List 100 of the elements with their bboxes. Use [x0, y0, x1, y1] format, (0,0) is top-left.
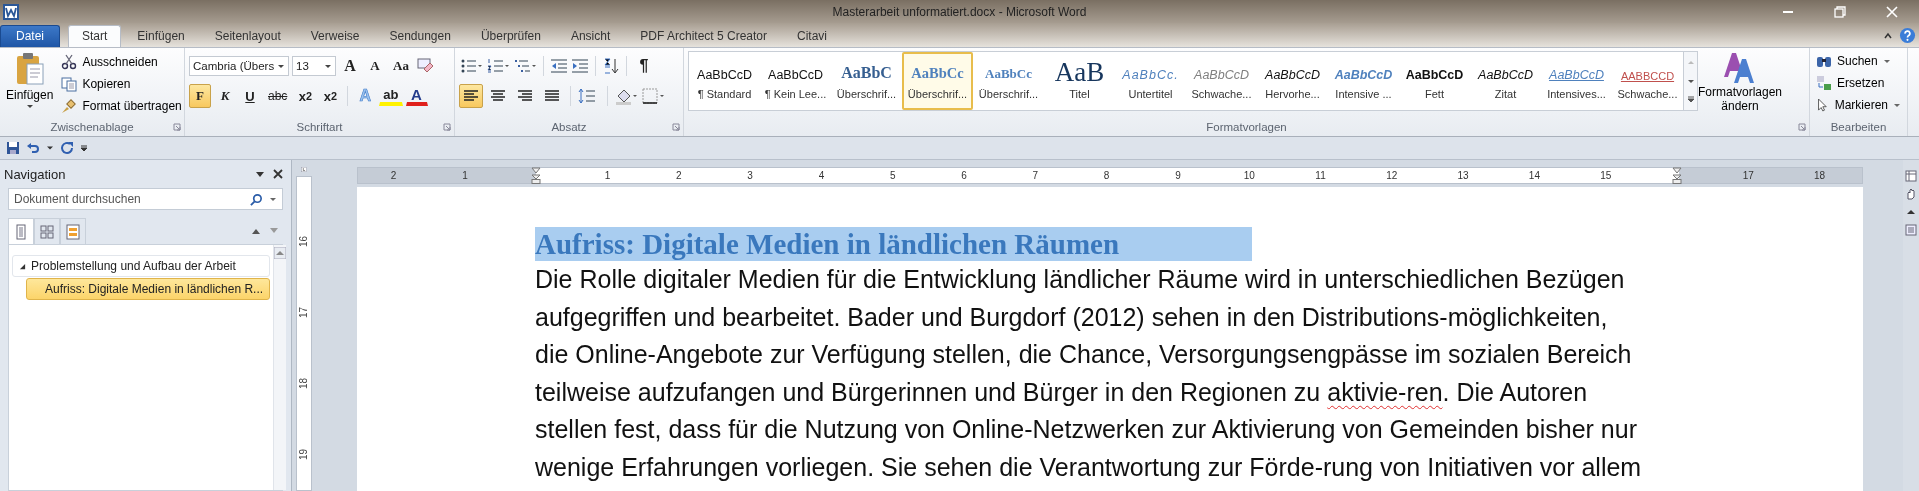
style-item[interactable]: AABBCCD Schwache...	[1612, 52, 1683, 110]
change-case-button[interactable]: Aa	[389, 54, 413, 78]
document-heading: Aufriss: Digitale Medien in ländlichen Räumen	[535, 227, 1252, 261]
bullet-list-icon[interactable]	[459, 57, 483, 75]
strike-button[interactable]: abc	[264, 84, 292, 108]
borders-icon[interactable]	[641, 87, 665, 105]
page-view-icon[interactable]	[1905, 224, 1917, 236]
change-styles-button[interactable]: Formatvorlagen ändern	[1700, 51, 1780, 113]
style-item[interactable]: AaBbCcD Intensive ...	[1328, 52, 1399, 110]
ruler-number: 3	[747, 170, 753, 181]
group-label: Zwischenablage	[50, 121, 134, 133]
paste-button[interactable]: Einfügen	[4, 52, 56, 118]
ribbon-tab[interactable]: Einfügen	[123, 25, 199, 47]
caret-icon[interactable]	[255, 169, 265, 179]
group-label: Bearbeiten	[1830, 121, 1887, 133]
caret-icon[interactable]	[46, 145, 54, 151]
heading-item[interactable]: Problemstellung und Aufbau der Arbeit	[12, 255, 271, 277]
multilevel-list-icon[interactable]	[513, 57, 537, 75]
style-item[interactable]: AaBbCcD Intensives...	[1541, 52, 1612, 110]
ribbon-tab[interactable]: Start	[68, 25, 122, 47]
expand-triangle-icon[interactable]	[19, 262, 26, 270]
style-item[interactable]: AaB Titel	[1044, 52, 1115, 110]
increase-indent-icon[interactable]	[571, 57, 589, 75]
close-icon[interactable]	[273, 169, 283, 179]
dialog-launcher-icon[interactable]	[173, 123, 181, 131]
pages-tab[interactable]	[34, 218, 60, 244]
search-icon[interactable]	[250, 192, 263, 206]
shrink-font-button[interactable]: A	[364, 54, 386, 78]
search-box[interactable]: Dokument durchsuchen	[8, 188, 283, 210]
ruler-toggle-icon[interactable]	[1905, 170, 1917, 182]
gallery-scrollbar[interactable]	[1684, 51, 1698, 111]
customize-caret-icon[interactable]	[80, 145, 88, 151]
hand-icon[interactable]	[1905, 188, 1917, 200]
highlight-button[interactable]: ab	[379, 86, 403, 106]
redo-icon[interactable]	[60, 141, 74, 155]
align-center-icon	[490, 89, 506, 103]
style-item[interactable]: AaBbCc Überschrif...	[973, 52, 1044, 110]
indent-marker-icon[interactable]	[1672, 166, 1682, 185]
italic-button[interactable]: K	[214, 84, 236, 108]
decrease-indent-icon[interactable]	[550, 57, 568, 75]
heading-item[interactable]: Aufriss: Digitale Medien in ländlichen R...	[26, 278, 271, 300]
ruler-number: 5	[889, 170, 896, 181]
style-item[interactable]: AaBbCc. Untertitel	[1115, 52, 1186, 110]
font-name-field[interactable]: Cambria (Übers	[189, 56, 289, 76]
caret-icon	[1893, 102, 1901, 108]
scrollbar[interactable]	[273, 245, 287, 490]
format-painter-button[interactable]: Format übertragen	[59, 96, 184, 116]
align-left-button[interactable]	[459, 84, 483, 108]
style-item[interactable]: AaBbCcD Zitat	[1470, 52, 1541, 110]
results-icon	[66, 223, 80, 240]
dialog-launcher-icon[interactable]	[672, 123, 680, 131]
sort-icon[interactable]	[602, 57, 620, 75]
ruler-number: 16	[298, 235, 310, 248]
search-field[interactable]: Dokument durchsuchen	[14, 192, 244, 206]
ruler-number: 12	[1386, 170, 1398, 181]
replace-button[interactable]: Ersetzen	[1814, 73, 1903, 93]
caret-icon[interactable]	[269, 196, 277, 202]
save-icon[interactable]	[6, 141, 20, 155]
ribbon-tab[interactable]: PDF Architect 5 Creator	[626, 25, 781, 47]
indent-marker-icon[interactable]	[531, 166, 542, 185]
cut-button[interactable]: Ausschneiden	[59, 52, 184, 72]
ribbon-tab[interactable]: Seitenlayout	[200, 25, 295, 47]
ribbon-tab[interactable]: Citavi	[783, 25, 842, 47]
underline-button[interactable]: U	[239, 84, 261, 108]
style-item[interactable]: AaBbCcD Hervorhe...	[1257, 52, 1328, 110]
ribbon-tab[interactable]: Überprüfen	[466, 25, 555, 47]
align-left-icon	[463, 89, 479, 103]
ribbon-tab[interactable]: Ansicht	[556, 25, 625, 47]
word-logo-icon[interactable]	[3, 3, 19, 20]
style-item[interactable]: AaBbCc Überschrif...	[902, 52, 973, 110]
style-item[interactable]: AaBbCcD Schwache...	[1186, 52, 1257, 110]
collapse-ribbon-icon[interactable]	[1883, 30, 1893, 41]
more-icon[interactable]	[1685, 96, 1696, 105]
style-item[interactable]: AaBbC Überschrif...	[831, 52, 902, 110]
shading-icon[interactable]	[614, 87, 638, 105]
ruler-number: 7	[1032, 170, 1039, 181]
font-color-button[interactable]: A	[405, 86, 428, 106]
clear-formatting-icon[interactable]	[415, 57, 434, 75]
select-button[interactable]: Markieren	[1814, 95, 1903, 115]
dialog-launcher-icon[interactable]	[1798, 123, 1806, 131]
help-icon[interactable]	[1899, 27, 1916, 44]
ribbon-tab[interactable]: Verweise	[296, 25, 374, 47]
group-label: Absatz	[551, 121, 587, 133]
style-item[interactable]: AaBbCcD ¶ Standard	[689, 52, 760, 110]
style-item[interactable]: AaBbCcD Fett	[1399, 52, 1470, 110]
ruler-number: 2	[390, 170, 397, 181]
undo-icon[interactable]	[26, 141, 40, 155]
bold-button[interactable]: F	[189, 84, 211, 108]
show-formatting-marks-button[interactable]: ¶	[633, 54, 655, 78]
style-item[interactable]: AaBbCcD ¶ Kein Lee...	[760, 52, 831, 110]
restore-icon[interactable]	[1833, 4, 1847, 19]
ribbon-tab[interactable]: Sendungen	[375, 25, 465, 47]
grow-font-button[interactable]: A	[339, 54, 361, 78]
ruler-number: 1	[604, 170, 611, 181]
file-tab[interactable]: Datei	[0, 25, 60, 47]
font-size-field[interactable]: 13	[292, 56, 336, 76]
numbered-list-icon[interactable]	[486, 57, 510, 75]
copy-button[interactable]: Kopieren	[59, 74, 184, 94]
find-button[interactable]: Suchen	[1814, 51, 1903, 71]
dialog-launcher-icon[interactable]	[443, 123, 451, 131]
